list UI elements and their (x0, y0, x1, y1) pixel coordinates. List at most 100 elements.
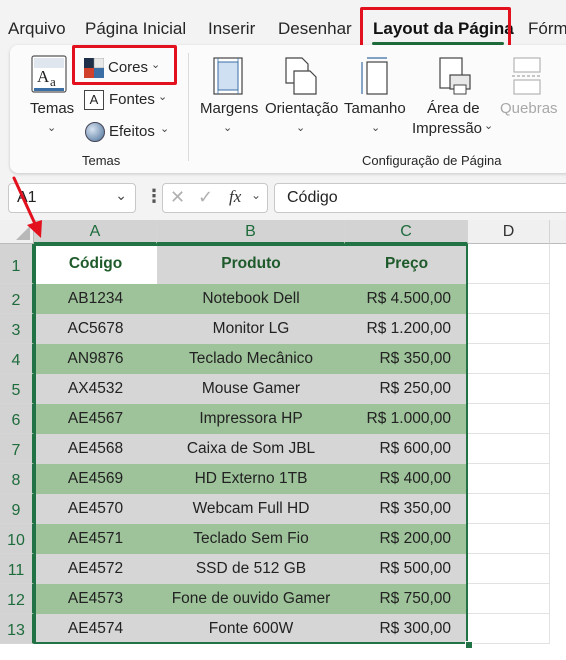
row-header-5[interactable]: 5 (0, 374, 34, 404)
table-cell[interactable]: AB1234 (34, 284, 157, 314)
table-cell[interactable]: Teclado Sem Fio (157, 524, 345, 554)
empty-cell[interactable] (468, 404, 550, 434)
table-cell[interactable]: Monitor LG (157, 314, 345, 344)
empty-cell[interactable] (468, 284, 550, 314)
table-cell[interactable]: HD Externo 1TB (157, 464, 345, 494)
row-header-7[interactable]: 7 (0, 434, 34, 464)
empty-cell[interactable] (468, 344, 550, 374)
temas-button[interactable]: A a Temas ⌄ (27, 55, 77, 135)
page-size-icon (361, 57, 388, 95)
table-cell[interactable]: Mouse Gamer (157, 374, 345, 404)
chevron-down-icon: ⌄ (371, 122, 381, 134)
row-header-3[interactable]: 3 (0, 314, 34, 344)
tab-inserir[interactable]: Inserir (208, 19, 255, 39)
tab-layout-da-pagina[interactable]: Layout da Página (373, 19, 514, 39)
table-cell[interactable]: AE4568 (34, 434, 157, 464)
table-cell[interactable]: AC5678 (34, 314, 157, 344)
table-cell[interactable]: AE4573 (34, 584, 157, 614)
table-cell[interactable]: AE4567 (34, 404, 157, 434)
table-cell[interactable]: R$ 300,00 (345, 614, 468, 644)
table-header-cell[interactable]: Produto (157, 244, 345, 284)
tab-formulas[interactable]: Fórm (528, 19, 566, 39)
row-header-9[interactable]: 9 (0, 494, 34, 524)
table-cell[interactable]: Fone de ouvido Gamer (157, 584, 345, 614)
table-cell[interactable]: R$ 1.200,00 (345, 314, 468, 344)
tab-pagina-inicial[interactable]: Página Inicial (85, 19, 186, 39)
chevron-down-icon[interactable]: ⌄ (251, 188, 261, 202)
row-header-10[interactable]: 10 (0, 524, 34, 554)
more-options-icon[interactable]: ⋮ (145, 186, 163, 207)
empty-cell[interactable] (468, 614, 550, 644)
row-header-12[interactable]: 12 (0, 584, 34, 614)
efeitos-button[interactable]: Efeitos ⌄ (82, 119, 172, 145)
table-cell[interactable]: AN9876 (34, 344, 157, 374)
row-header-8[interactable]: 8 (0, 464, 34, 494)
table-cell[interactable]: AE4569 (34, 464, 157, 494)
row-header-4[interactable]: 4 (0, 344, 34, 374)
formula-input[interactable]: Código (274, 183, 566, 213)
row-header-13[interactable]: 13 (0, 614, 34, 644)
margins-icon (213, 57, 243, 95)
area-impressao-button[interactable]: Área de Impressão ⌄ (410, 55, 496, 140)
table-cell[interactable]: R$ 350,00 (345, 344, 468, 374)
table-cell[interactable]: R$ 400,00 (345, 464, 468, 494)
empty-cell[interactable] (468, 494, 550, 524)
column-header-b[interactable]: B (157, 220, 345, 244)
table-cell[interactable]: R$ 500,00 (345, 554, 468, 584)
empty-cell[interactable] (468, 244, 550, 284)
table-cell[interactable]: Impressora HP (157, 404, 345, 434)
fontes-button[interactable]: A Fontes ⌄ (82, 87, 172, 113)
table-header-cell[interactable]: Preço (345, 244, 468, 284)
tab-arquivo[interactable]: Arquivo (8, 19, 66, 39)
tamanho-button[interactable]: Tamanho ⌄ (344, 55, 408, 135)
cancel-icon[interactable]: ✕ (170, 187, 185, 208)
tab-desenhar[interactable]: Desenhar (278, 19, 352, 39)
table-cell[interactable]: R$ 4.500,00 (345, 284, 468, 314)
row-header-1[interactable]: 1 (0, 244, 34, 284)
empty-cell[interactable] (468, 434, 550, 464)
column-header-d[interactable]: D (468, 220, 550, 244)
row-header-6[interactable]: 6 (0, 404, 34, 434)
table-cell[interactable]: Webcam Full HD (157, 494, 345, 524)
area-impressao-label-line2: Impressão (412, 120, 483, 137)
table-cell[interactable]: Caixa de Som JBL (157, 434, 345, 464)
table-cell[interactable]: R$ 1.000,00 (345, 404, 468, 434)
empty-cell[interactable] (468, 374, 550, 404)
table-cell[interactable]: Notebook Dell (157, 284, 345, 314)
orientacao-button[interactable]: Orientação ⌄ (264, 55, 340, 135)
table-cell[interactable]: SSD de 512 GB (157, 554, 345, 584)
table-cell[interactable]: R$ 600,00 (345, 434, 468, 464)
empty-cell[interactable] (468, 464, 550, 494)
cores-button[interactable]: Cores ⌄ (82, 55, 172, 81)
quebras-label: Quebras (500, 100, 558, 117)
empty-cell[interactable] (468, 584, 550, 614)
table-cell[interactable]: R$ 350,00 (345, 494, 468, 524)
table-cell[interactable]: AE4570 (34, 494, 157, 524)
print-area-icon (439, 57, 471, 95)
row-header-2[interactable]: 2 (0, 284, 34, 314)
annotation-arrow-icon (12, 176, 42, 238)
table-cell[interactable]: AE4574 (34, 614, 157, 644)
table-cell[interactable]: Fonte 600W (157, 614, 345, 644)
fill-handle[interactable] (465, 641, 473, 649)
table-cell[interactable]: AX4532 (34, 374, 157, 404)
confirm-icon[interactable]: ✓ (198, 187, 213, 208)
table-cell[interactable]: R$ 750,00 (345, 584, 468, 614)
function-icon[interactable]: fx (229, 187, 241, 207)
table-cell[interactable]: R$ 200,00 (345, 524, 468, 554)
empty-cell[interactable] (468, 554, 550, 584)
chevron-down-icon: ⌄ (158, 91, 168, 103)
table-cell[interactable]: AE4571 (34, 524, 157, 554)
row-header-11[interactable]: 11 (0, 554, 34, 584)
empty-cell[interactable] (468, 314, 550, 344)
table-cell[interactable]: R$ 250,00 (345, 374, 468, 404)
column-header-c[interactable]: C (345, 220, 468, 244)
margens-button[interactable]: Margens ⌄ (200, 55, 260, 135)
chevron-down-icon[interactable]: ⌄ (115, 187, 127, 204)
table-cell[interactable]: Teclado Mecânico (157, 344, 345, 374)
table-header-cell[interactable]: Código (34, 244, 157, 284)
empty-cell[interactable] (468, 524, 550, 554)
column-header-e[interactable] (550, 220, 566, 244)
area-impressao-label-line1: Área de (427, 100, 480, 117)
table-cell[interactable]: AE4572 (34, 554, 157, 584)
